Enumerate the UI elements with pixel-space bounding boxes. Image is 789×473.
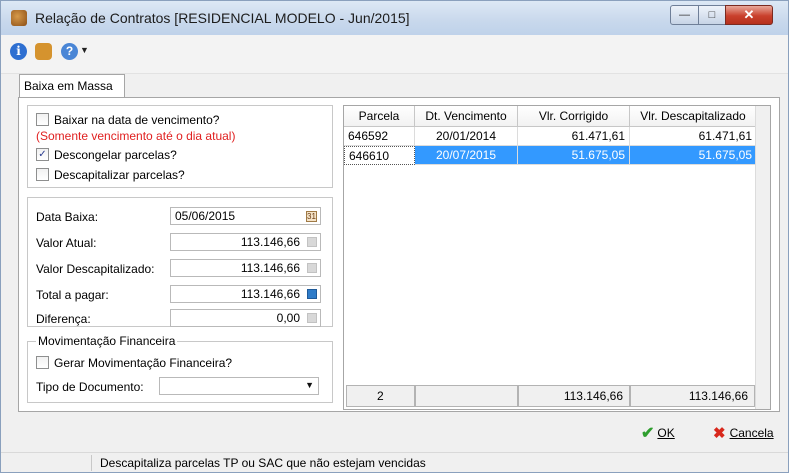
baixar-vencimento-checkbox[interactable] (36, 113, 49, 127)
gerar-movimentacao-row[interactable]: Gerar Movimentação Financeira? (36, 356, 232, 372)
cell-corrigido: 61.471,61 (518, 127, 630, 146)
diferenca-value: 0,00 (276, 311, 300, 325)
valor-atual-field[interactable]: 113.146,66 (170, 233, 321, 251)
footer-count: 2 (346, 385, 415, 407)
vencimento-note: (Somente vencimento até o dia atual) (36, 129, 236, 143)
values-group: Data Baixa: 05/06/2015 31 Valor Atual: 1… (27, 197, 333, 327)
cell-corrigido: 51.675,05 (518, 146, 630, 165)
options-group: Baixar na data de vencimento? (Somente v… (27, 105, 333, 188)
cell-vencimento: 20/01/2014 (415, 127, 518, 146)
descapitalizar-row[interactable]: Descapitalizar parcelas? (36, 168, 185, 184)
vertical-scrollbar[interactable] (755, 106, 770, 409)
movimentacao-legend: Movimentação Financeira (36, 334, 178, 348)
checkmark-icon: ✔ (641, 424, 655, 442)
cancel-button[interactable]: ✖ Cancela (713, 422, 774, 444)
data-baixa-value: 05/06/2015 (175, 209, 236, 223)
column-header-vencimento[interactable]: Dt. Vencimento (415, 106, 518, 127)
descapitalizar-checkbox[interactable] (36, 168, 49, 182)
calculator-icon[interactable] (307, 263, 317, 273)
close-button[interactable]: ✕ (725, 5, 773, 25)
calculator-icon[interactable] (307, 289, 317, 299)
toolbar: i ? ▼ (1, 35, 788, 74)
data-baixa-field[interactable]: 05/06/2015 31 (170, 207, 321, 225)
help-icon[interactable]: ? (61, 43, 78, 60)
valor-descapitalizado-label: Valor Descapitalizado: (36, 262, 155, 276)
chevron-down-icon[interactable]: ▼ (80, 45, 89, 55)
calendar-icon[interactable]: 31 (306, 211, 317, 222)
ok-label: OK (657, 426, 675, 440)
total-pagar-value: 113.146,66 (240, 287, 300, 301)
column-header-descapitalizado[interactable]: Vlr. Descapitalizado (630, 106, 757, 127)
dialog-window: Relação de Contratos [RESIDENCIAL MODELO… (0, 0, 789, 473)
table-row[interactable]: 646592 20/01/2014 61.471,61 61.471,61 (344, 127, 757, 146)
calculator-icon[interactable] (307, 237, 317, 247)
status-text: Descapitaliza parcelas TP ou SAC que não… (91, 455, 788, 471)
calculator-icon[interactable] (307, 313, 317, 323)
chevron-down-icon[interactable]: ▼ (305, 380, 314, 390)
diferenca-label: Diferença: (36, 312, 91, 326)
parcelas-grid[interactable]: Parcela Dt. Vencimento Vlr. Corrigido Vl… (343, 105, 771, 410)
minimize-button[interactable]: — (670, 5, 699, 25)
valor-atual-label: Valor Atual: (36, 236, 97, 250)
cancel-label: Cancela (729, 426, 774, 440)
status-bar: Descapitaliza parcelas TP ou SAC que não… (1, 452, 788, 472)
valor-descapitalizado-field[interactable]: 113.146,66 (170, 259, 321, 277)
data-baixa-label: Data Baixa: (36, 210, 99, 224)
cell-parcela: 646592 (344, 127, 415, 146)
total-pagar-label: Total a pagar: (36, 288, 109, 302)
movimentacao-group: Movimentação Financeira Gerar Movimentaç… (27, 334, 333, 403)
diferenca-field[interactable]: 0,00 (170, 309, 321, 327)
window-title: Relação de Contratos [RESIDENCIAL MODELO… (35, 10, 410, 26)
footer-total-corrigido: 113.146,66 (518, 385, 630, 407)
total-pagar-field[interactable]: 113.146,66 (170, 285, 321, 303)
close-icon: ✕ (743, 7, 755, 22)
cell-descapitalizado: 61.471,61 (630, 127, 757, 146)
grid-body: Parcela Dt. Vencimento Vlr. Corrigido Vl… (344, 106, 757, 409)
descongelar-checkbox[interactable]: ✓ (36, 148, 49, 162)
minimize-icon: — (679, 9, 690, 21)
footer-empty (415, 385, 518, 407)
gerar-movimentacao-checkbox[interactable] (36, 356, 49, 370)
table-row-selected[interactable]: 646610 20/07/2015 51.675,05 51.675,05 (344, 146, 757, 165)
column-header-corrigido[interactable]: Vlr. Corrigido (518, 106, 630, 127)
descongelar-row[interactable]: ✓ Descongelar parcelas? (36, 148, 177, 164)
cell-parcela: 646610 (344, 146, 415, 165)
cancel-icon: ✖ (713, 424, 726, 442)
cell-vencimento: 20/07/2015 (415, 146, 518, 165)
maximize-icon: □ (708, 9, 716, 21)
descapitalizar-label: Descapitalizar parcelas? (54, 168, 185, 182)
user-icon[interactable] (35, 43, 52, 60)
descongelar-label: Descongelar parcelas? (54, 148, 177, 162)
cell-descapitalizado: 51.675,05 (630, 146, 757, 165)
title-bar: Relação de Contratos [RESIDENCIAL MODELO… (1, 1, 788, 36)
gerar-movimentacao-label: Gerar Movimentação Financeira? (54, 356, 233, 370)
tipo-documento-select[interactable]: ▼ (159, 377, 319, 395)
tipo-documento-label: Tipo de Documento: (36, 380, 144, 394)
valor-descapitalizado-value: 113.146,66 (240, 261, 300, 275)
baixar-vencimento-row[interactable]: Baixar na data de vencimento? (36, 113, 219, 129)
valor-atual-value: 113.146,66 (240, 235, 300, 249)
info-icon[interactable]: i (10, 43, 27, 60)
footer-total-descapitalizado: 113.146,66 (630, 385, 755, 407)
app-icon (11, 10, 27, 26)
status-left-panel (1, 455, 89, 471)
tab-baixa-em-massa[interactable]: Baixa em Massa (19, 74, 125, 98)
maximize-button[interactable]: □ (698, 5, 726, 25)
ok-button[interactable]: ✔ OK (641, 422, 675, 444)
column-header-parcela[interactable]: Parcela (344, 106, 415, 127)
baixar-vencimento-label: Baixar na data de vencimento? (54, 113, 220, 127)
